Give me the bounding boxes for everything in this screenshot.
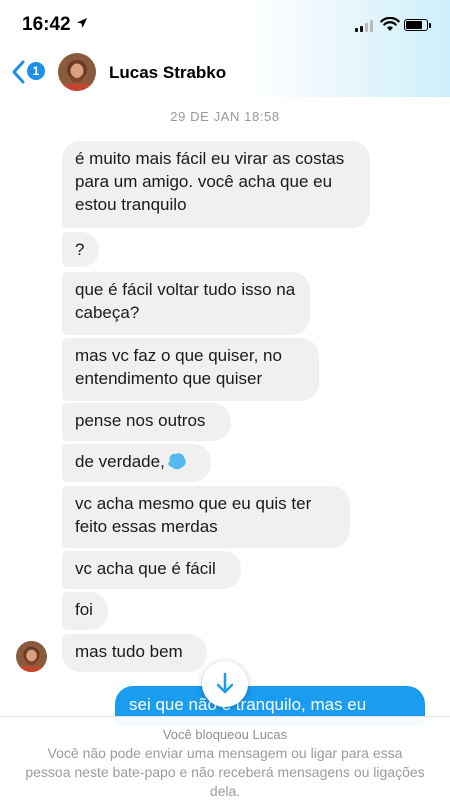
- location-arrow-icon: [77, 18, 87, 28]
- blocked-description: Você não pode enviar uma mensagem ou lig…: [25, 745, 425, 799]
- blurred-emoji-icon: [168, 453, 186, 470]
- message-bubble[interactable]: ?: [62, 232, 99, 267]
- message-bubble[interactable]: vc acha mesmo que eu quis ter feito essa…: [62, 486, 350, 548]
- unread-count-badge[interactable]: 1: [27, 62, 45, 80]
- battery-cap: [429, 23, 431, 28]
- status-bar: 16:42: [0, 0, 450, 44]
- message-bubble[interactable]: mas vc faz o que quiser, no entendimento…: [62, 338, 319, 401]
- cellular-signal-icon: [355, 20, 373, 32]
- message-text: é muito mais fácil eu virar as costas pa…: [75, 149, 345, 214]
- message-text: vc acha que é fácil: [75, 559, 216, 578]
- conversation-timestamp: 29 DE JAN 18:58: [170, 109, 280, 124]
- message-text: vc acha mesmo que eu quis ter feito essa…: [75, 494, 312, 536]
- message-text: que é fácil voltar tudo isso na cabeça?: [75, 280, 296, 322]
- message-bubble[interactable]: de verdade,: [62, 444, 211, 482]
- message-bubble[interactable]: pense nos outros: [62, 403, 231, 441]
- blocked-title: Você bloqueou Lucas: [162, 727, 288, 742]
- blocked-notice: Você bloqueou Lucas Você não pode enviar…: [0, 716, 450, 801]
- battery-icon: [404, 19, 428, 31]
- message-bubble[interactable]: mas tudo bem: [62, 634, 207, 672]
- contact-avatar[interactable]: [58, 53, 96, 91]
- contact-name[interactable]: Lucas Strabko: [109, 63, 226, 83]
- conversation-header: 16:42 1 Lucas Strabko: [0, 0, 450, 97]
- message-text: mas tudo bem: [75, 642, 183, 661]
- wifi-icon: [380, 17, 400, 31]
- message-text: ?: [75, 240, 85, 259]
- scroll-to-bottom-button[interactable]: [202, 661, 248, 707]
- status-time: 16:42: [22, 14, 71, 35]
- message-text: pense nos outros: [75, 411, 206, 430]
- message-text: foi: [75, 600, 93, 619]
- message-text: de verdade,: [75, 452, 165, 471]
- message-bubble[interactable]: é muito mais fácil eu virar as costas pa…: [62, 141, 370, 228]
- message-bubble[interactable]: foi: [62, 592, 108, 630]
- arrow-down-icon: [216, 672, 234, 694]
- message-text: mas vc faz o que quiser, no entendimento…: [75, 346, 282, 388]
- back-chevron-icon[interactable]: [11, 60, 25, 84]
- message-bubble[interactable]: que é fácil voltar tudo isso na cabeça?: [62, 272, 310, 335]
- sender-avatar[interactable]: [16, 641, 47, 672]
- message-bubble[interactable]: vc acha que é fácil: [62, 551, 241, 589]
